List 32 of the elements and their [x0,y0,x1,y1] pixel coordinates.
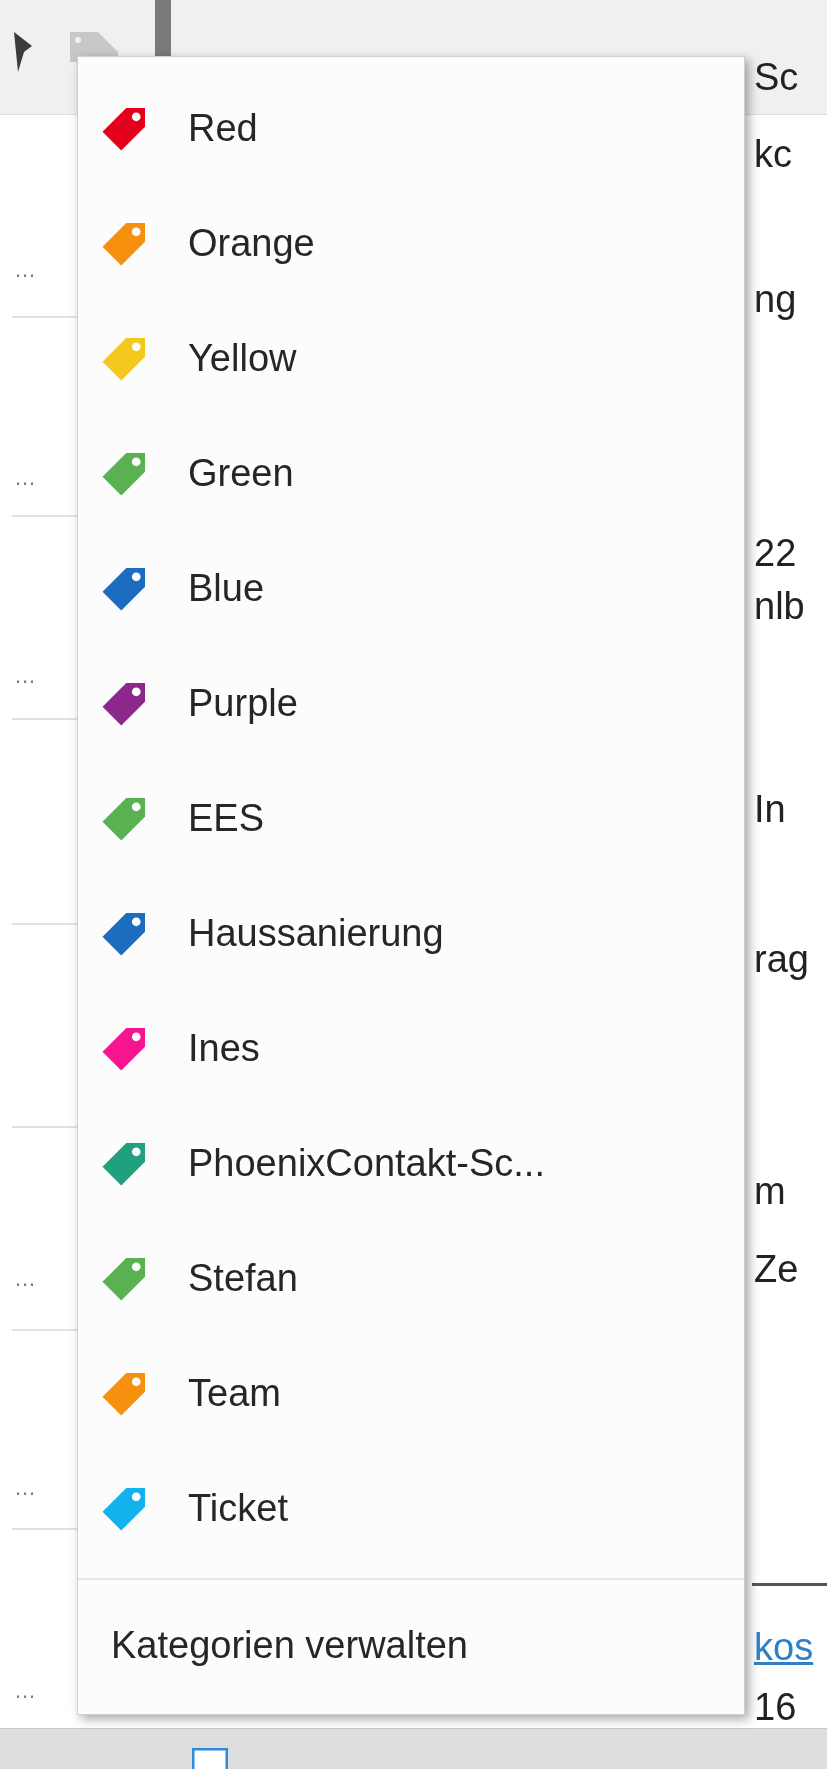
text-fragment: ng [754,280,797,318]
text-fragment: rag [754,940,809,978]
category-item[interactable]: Team [78,1335,744,1450]
truncated-text: … [14,467,36,489]
window-icon[interactable] [192,1748,228,1769]
category-item[interactable]: PhoenixContakt-Sc... [78,1105,744,1220]
text-fragment: Sc [754,58,799,96]
truncated-text: … [14,1268,36,1290]
category-item[interactable]: Blue [78,530,744,645]
text-fragment: nlb [754,587,805,625]
category-item[interactable]: Orange [78,185,744,300]
category-item[interactable]: Red [78,70,744,185]
text-fragment: 22 [754,534,797,572]
category-item[interactable]: Ines [78,990,744,1105]
text-fragment: 16 [754,1688,797,1726]
category-item[interactable]: Ticket [78,1450,744,1565]
text-fragment: Ze [754,1250,799,1288]
truncated-text: … [14,665,36,687]
category-item[interactable]: Purple [78,645,744,760]
manage-categories-item[interactable]: Kategorien verwalten [78,1580,744,1710]
text-fragment: m [754,1172,786,1210]
category-item[interactable]: Haussanierung [78,875,744,990]
category-item[interactable]: Yellow [78,300,744,415]
text-fragment: kc [754,135,792,173]
category-item[interactable]: EES [78,760,744,875]
truncated-text: … [14,1680,36,1702]
link[interactable]: kos [754,1628,814,1666]
truncated-text: … [14,1477,36,1499]
truncated-text: … [14,259,36,281]
category-item[interactable]: Green [78,415,744,530]
text-fragment: In [754,790,786,828]
category-item[interactable]: Stefan [78,1220,744,1335]
